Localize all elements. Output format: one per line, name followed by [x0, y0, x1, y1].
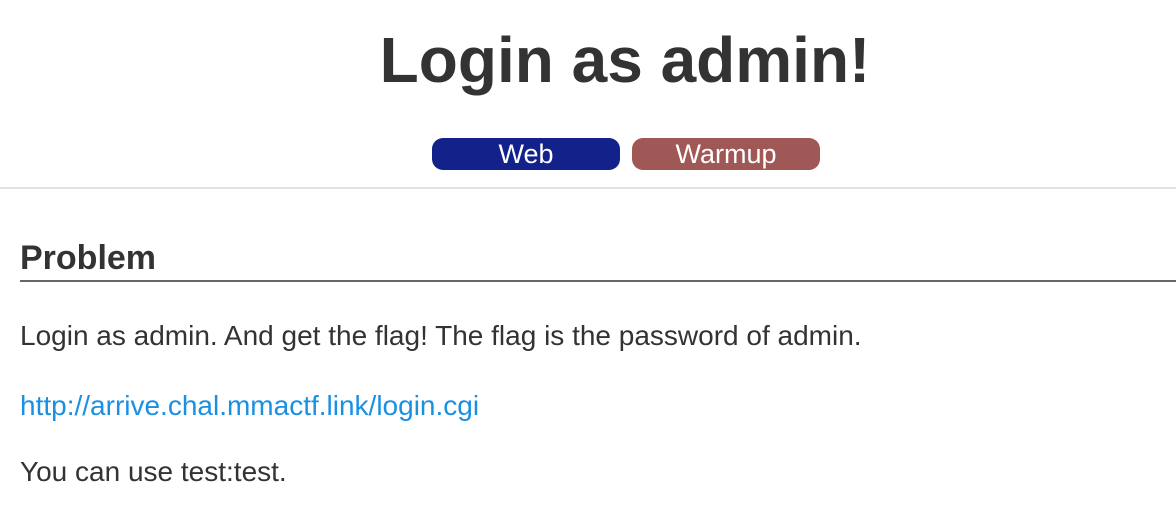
section-heading: Problem: [20, 236, 1176, 282]
challenge-link[interactable]: http://arrive.chal.mmactf.link/login.cgi: [20, 390, 479, 421]
problem-section: Problem: [20, 236, 1176, 282]
challenge-header: Login as admin! Web Warmup: [0, 0, 1176, 189]
tag-warmup[interactable]: Warmup: [632, 138, 820, 170]
problem-description: Login as admin. And get the flag! The fl…: [20, 320, 862, 351]
credentials-hint: You can use test:test.: [20, 456, 287, 487]
page-title: Login as admin!: [379, 24, 871, 96]
link-paragraph: http://arrive.chal.mmactf.link/login.cgi: [20, 388, 479, 424]
tag-web[interactable]: Web: [432, 138, 620, 170]
tag-list: Web Warmup: [432, 138, 820, 170]
